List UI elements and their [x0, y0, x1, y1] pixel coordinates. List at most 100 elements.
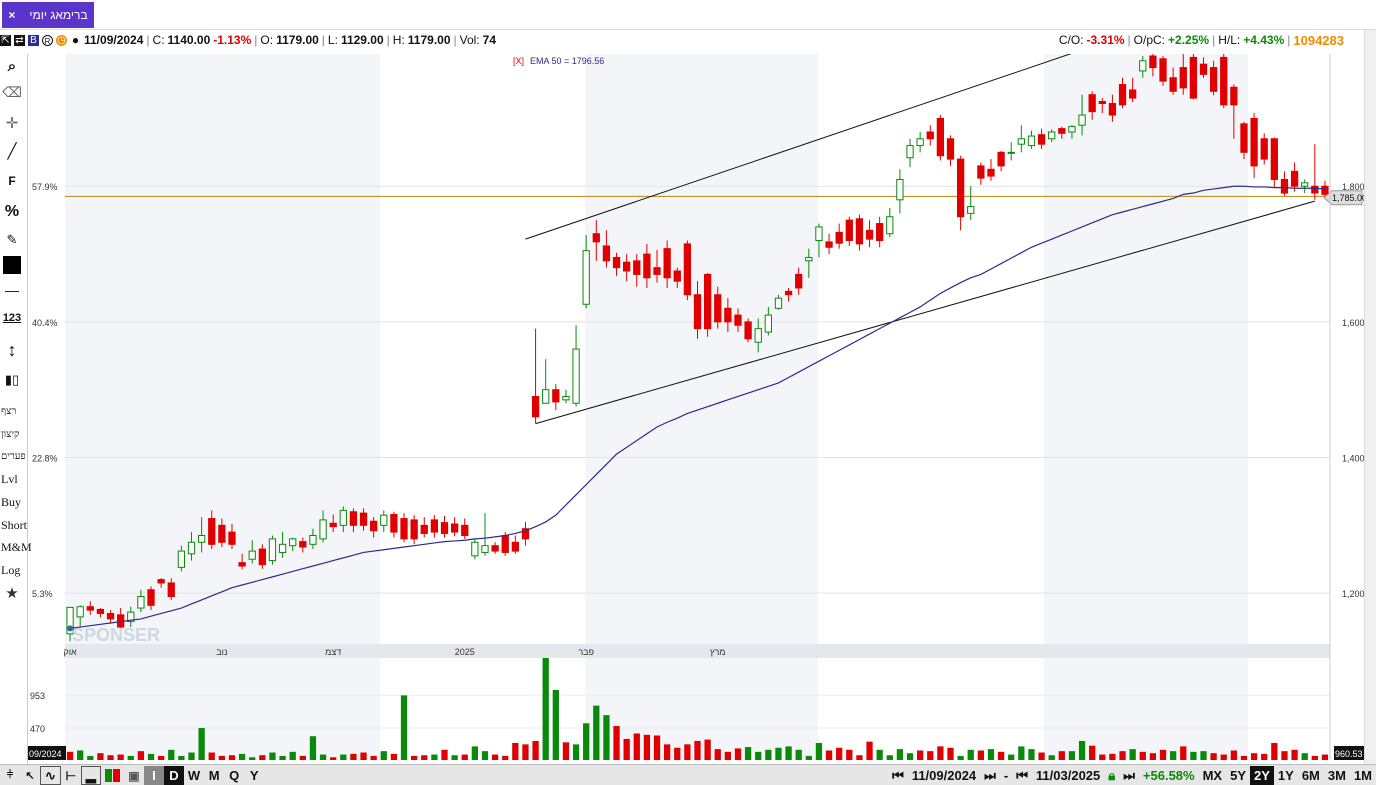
line-chart-icon[interactable]: ∿	[40, 766, 61, 785]
fibonacci-tool[interactable]: F	[0, 174, 24, 188]
log-tool[interactable]: Log	[1, 563, 25, 578]
range-2y[interactable]: 2Y	[1250, 766, 1274, 785]
last-page-icon[interactable]: ⏭	[1119, 768, 1139, 784]
buy-tool[interactable]: Buy	[1, 495, 25, 510]
price-tick-label: 1,400	[1342, 454, 1364, 464]
search-icon[interactable]: ⌕	[0, 58, 24, 75]
volume-bar	[552, 689, 559, 760]
period-intraday[interactable]: I	[143, 766, 164, 785]
extreme-tool[interactable]: קיצון	[1, 429, 25, 440]
right-scrollbar[interactable]	[1364, 30, 1376, 764]
candle-body	[410, 519, 418, 540]
hl-label: H/L:	[1218, 33, 1241, 47]
period-monthly[interactable]: M	[204, 766, 224, 785]
bid-icon[interactable]: B	[28, 34, 39, 46]
candle-body	[1088, 94, 1096, 113]
period-quarterly[interactable]: Q	[224, 766, 244, 785]
volume-bar	[269, 752, 276, 760]
volume-bar	[137, 751, 145, 760]
range-6m[interactable]: 6M	[1298, 766, 1324, 785]
period-daily[interactable]: D	[163, 766, 184, 785]
date-axis-strip	[65, 644, 1330, 658]
cursor-icon[interactable]: ↖	[20, 766, 40, 785]
candle-body	[1301, 182, 1309, 187]
candle-type-icon[interactable]: ▂	[80, 766, 101, 785]
color-candles-icon[interactable]	[101, 766, 124, 785]
clock-icon[interactable]: ◷	[56, 34, 67, 46]
candles-icon[interactable]: ▮▯	[0, 372, 24, 388]
volume-bar	[1180, 746, 1187, 760]
crosshair-icon[interactable]: ✛	[0, 114, 24, 132]
registered-icon[interactable]: R	[42, 34, 53, 46]
volume-bar	[967, 749, 974, 760]
volume-bar	[259, 755, 266, 760]
first-page-icon-2[interactable]: ⏮	[1012, 768, 1032, 784]
candle-body	[167, 582, 175, 598]
gaps-tool[interactable]: פערים	[1, 451, 26, 462]
color-square-icon[interactable]	[0, 256, 24, 277]
candle-body	[886, 216, 894, 235]
lock-icon[interactable]: 🔒︎	[1104, 768, 1119, 784]
volume-bar	[1109, 753, 1116, 760]
candle-body	[1199, 63, 1208, 75]
pct-tick-label: 22.8%	[32, 454, 58, 464]
range-1m[interactable]: 1M	[1350, 766, 1376, 785]
candle-body	[289, 538, 297, 547]
save-icon[interactable]: ▣	[124, 766, 144, 785]
price-chart[interactable]: 1,2001,4001,6001,8005.3%22.8%40.4%57.9%[…	[28, 54, 1364, 764]
candle-body	[1159, 58, 1167, 82]
candle-body	[987, 168, 995, 177]
volume-bar	[1018, 746, 1025, 760]
start-date[interactable]: 11/09/2024	[908, 768, 980, 783]
volume-bar	[765, 749, 772, 760]
candle-body	[1129, 89, 1137, 99]
numbers-tool[interactable]: 123	[0, 312, 24, 324]
candle-body	[1250, 117, 1258, 167]
end-date[interactable]: 11/03/2025	[1032, 768, 1104, 783]
shuffle-icon[interactable]: ⇄	[14, 34, 25, 46]
volume-bar	[1089, 745, 1096, 760]
candle-body	[137, 596, 145, 609]
candle-body	[278, 543, 287, 553]
candle-body	[643, 253, 651, 279]
short-tool[interactable]: Short	[1, 518, 27, 533]
range-5y[interactable]: 5Y	[1226, 766, 1250, 785]
chart-tab[interactable]: ברימאג יומי ×	[2, 2, 94, 28]
range-mx[interactable]: MX	[1199, 766, 1227, 785]
hlc-icon[interactable]: ⊢	[61, 766, 81, 785]
candle-body	[268, 538, 277, 562]
volume-bar	[168, 749, 175, 760]
percent-tool[interactable]: %	[0, 203, 24, 221]
sequence-tool[interactable]: רצף	[1, 406, 25, 417]
volume-bar	[836, 747, 843, 760]
horizontal-line-icon[interactable]: —	[0, 282, 24, 298]
vertical-arrow-icon[interactable]: ↕	[0, 340, 24, 361]
edit-icon[interactable]: ✎	[0, 232, 24, 248]
period-yearly[interactable]: Y	[244, 766, 264, 785]
candle-body	[602, 245, 611, 262]
mm-tool[interactable]: M&M	[1, 540, 32, 555]
star-icon[interactable]: ★	[0, 584, 24, 602]
range-3m[interactable]: 3M	[1324, 766, 1350, 785]
range-1y[interactable]: 1Y	[1274, 766, 1298, 785]
opc-value: +2.25%	[1168, 33, 1210, 47]
candle-body	[876, 223, 884, 241]
volume-bar	[178, 755, 185, 760]
next-page-icon[interactable]: ⏭	[980, 768, 1000, 784]
chart-type-icon[interactable]: ⫩	[0, 766, 20, 785]
line-tool-icon[interactable]: ╱	[0, 142, 24, 160]
chat-icon[interactable]: ●	[70, 34, 81, 46]
candle-body	[714, 294, 722, 323]
level-tool[interactable]: Lvl	[1, 472, 25, 487]
toggle-icon[interactable]: ⇱	[0, 34, 11, 46]
chart-area[interactable]: 1,200 1,400 1,600 1,800 5.3% 22.8% 40.4% 57.9%[…	[28, 54, 1364, 764]
candle-body	[177, 550, 186, 568]
volume-tick-label: 470	[30, 724, 45, 734]
first-page-icon[interactable]: ⏮	[888, 768, 908, 784]
period-weekly[interactable]: W	[184, 766, 204, 785]
close-icon[interactable]: ×	[8, 8, 15, 22]
open-label: O:	[260, 33, 274, 47]
volume-label: Vol:	[459, 33, 480, 47]
eraser-icon[interactable]: ⌫	[0, 84, 24, 101]
volume-bar	[1190, 751, 1197, 760]
